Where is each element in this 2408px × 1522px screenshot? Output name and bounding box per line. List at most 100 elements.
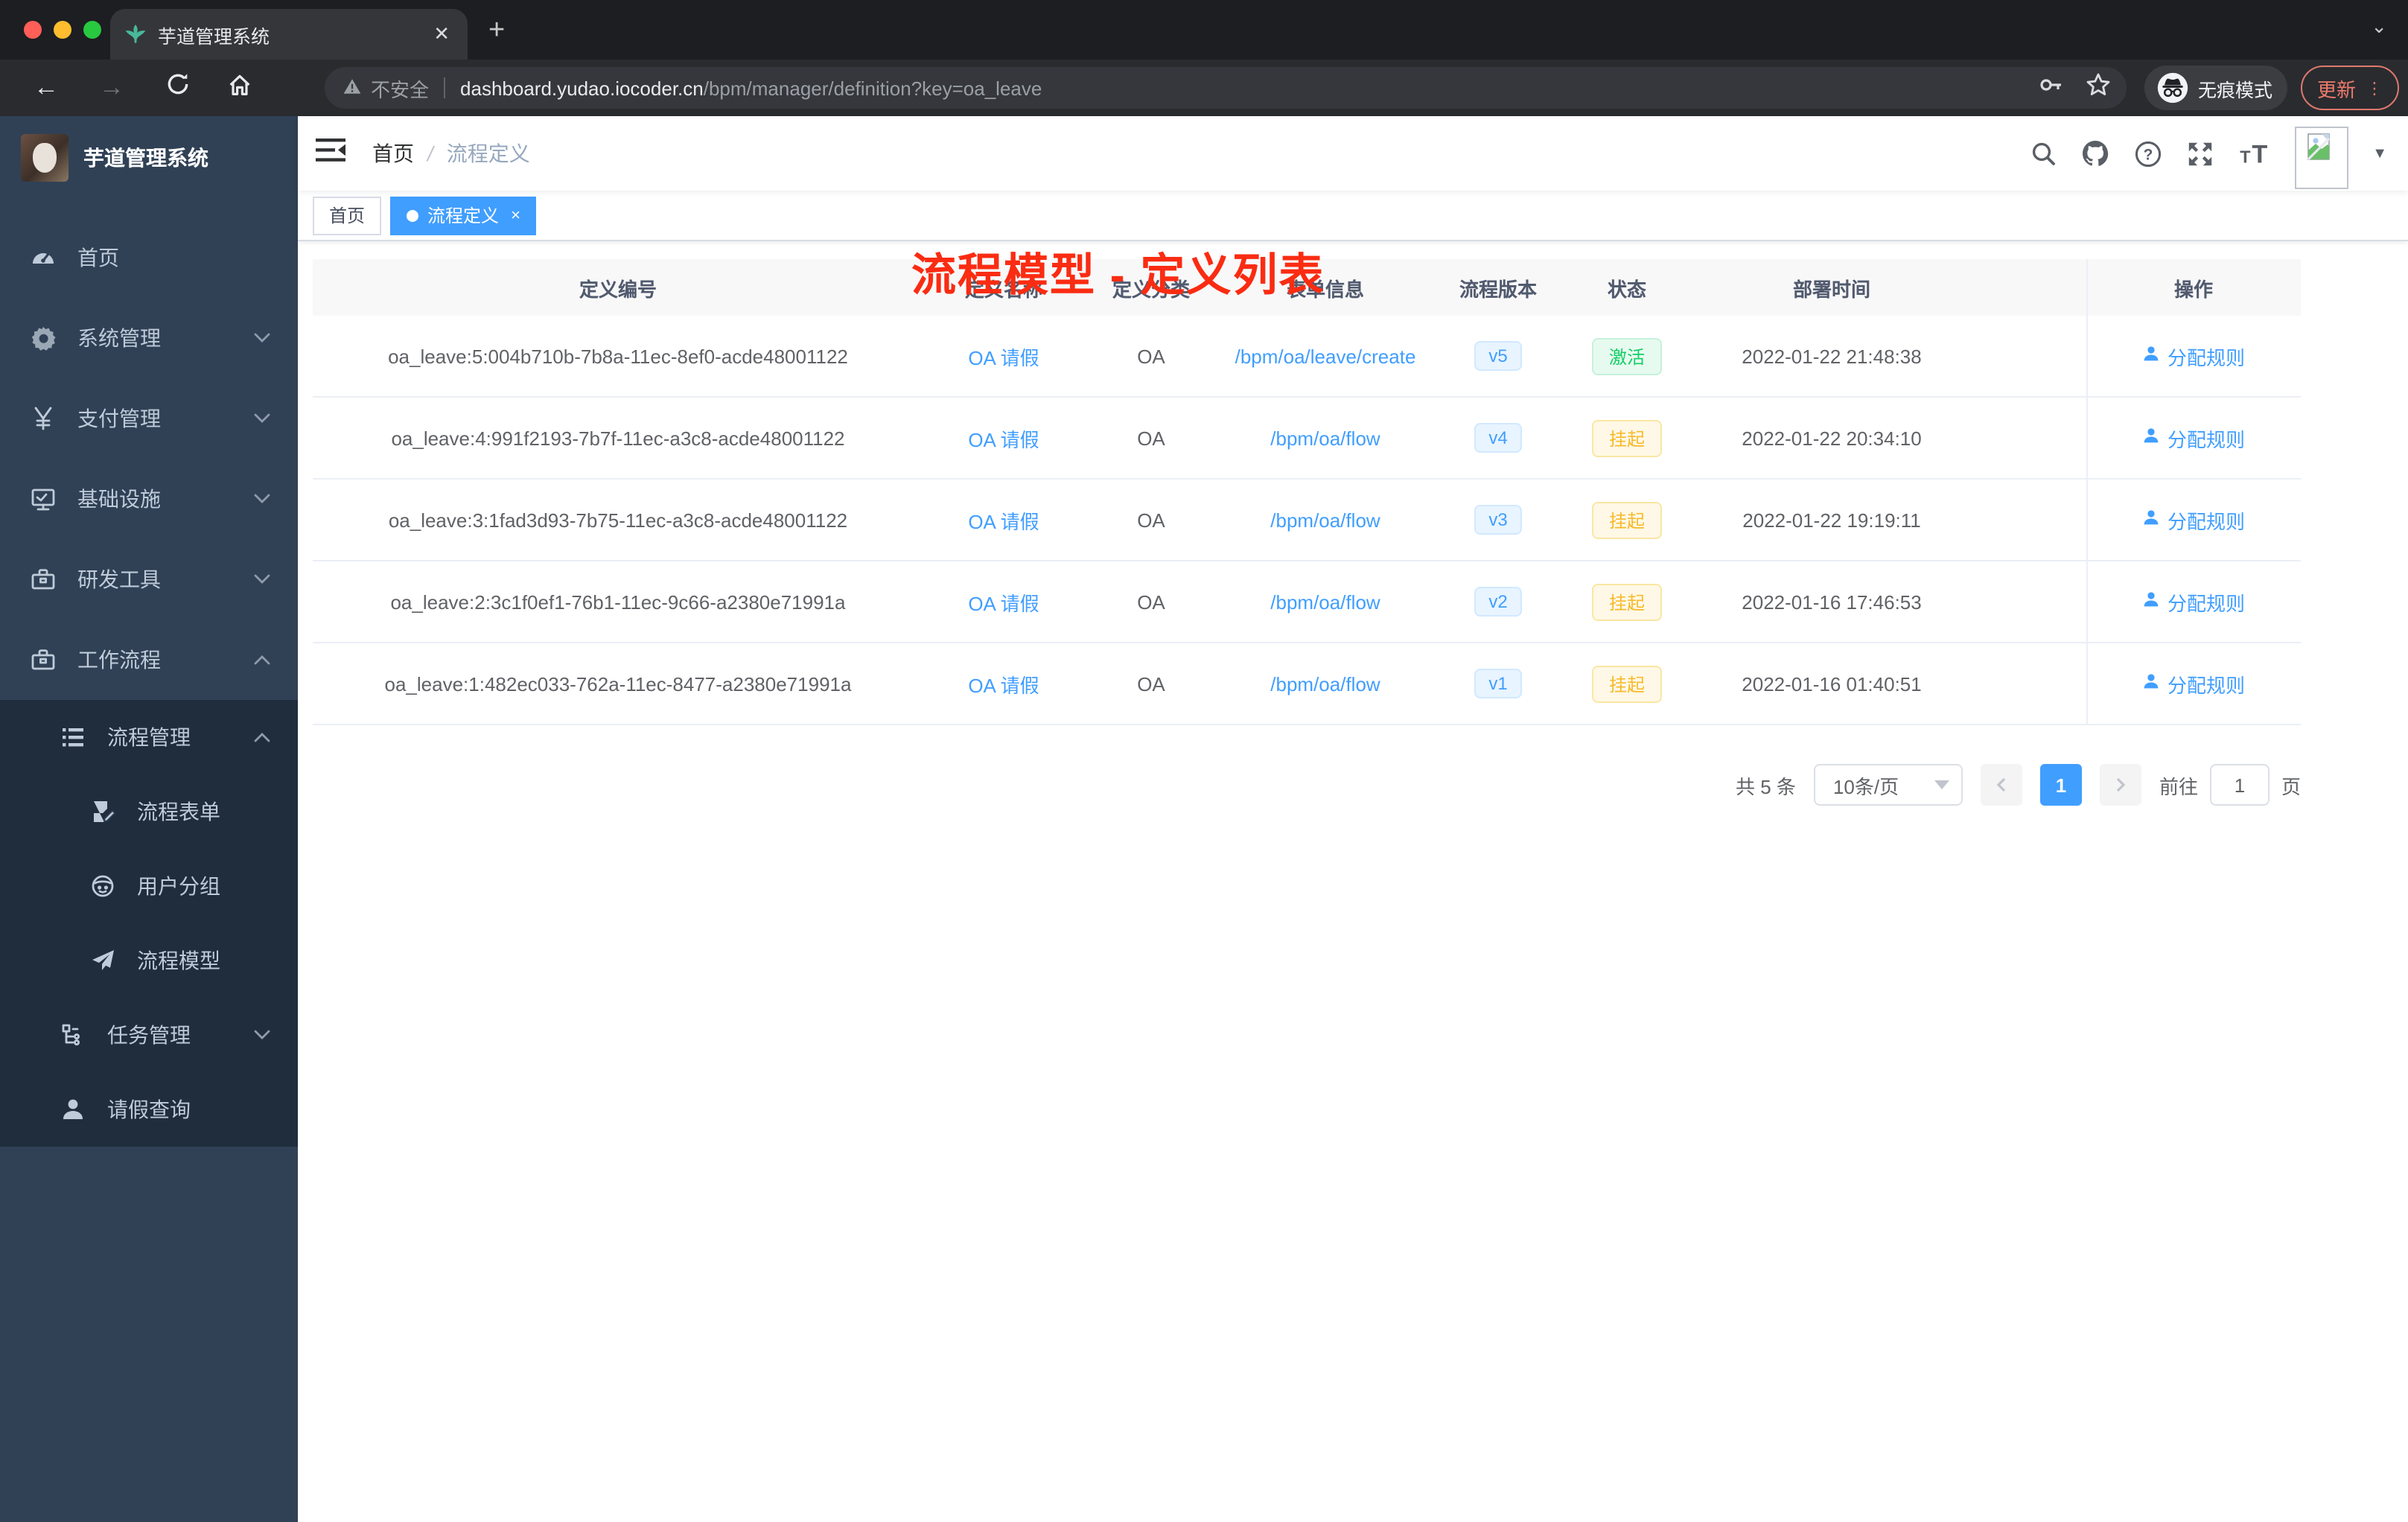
bookmark-star-icon[interactable]	[2085, 71, 2112, 105]
password-key-icon[interactable]	[2037, 71, 2064, 105]
app-navbar: 首页 / 流程定义 ? T T ▼	[298, 116, 2408, 191]
definition-id: oa_leave:3:1fad3d93-7b75-11ec-a3c8-acde4…	[388, 509, 848, 531]
sidebar-item-任务管理[interactable]: 任务管理	[0, 998, 298, 1072]
table-row: oa_leave:2:3c1f0ef1-76b1-11ec-9c66-a2380…	[313, 561, 2301, 643]
briefcase-icon	[30, 646, 57, 673]
next-page-button[interactable]	[2099, 764, 2141, 806]
user-icon	[2142, 508, 2162, 532]
definition-name-link[interactable]: OA 请假	[968, 510, 1039, 532]
sidebar-collapse-icon[interactable]	[316, 136, 345, 171]
incognito-badge: 无痕模式	[2144, 66, 2287, 110]
address-bar[interactable]: 不安全 dashboard.yudao.iocoder.cn/bpm/manag…	[325, 67, 2127, 109]
sidebar-item-系统管理[interactable]: 系统管理	[0, 298, 298, 378]
svg-text:?: ?	[2144, 146, 2153, 163]
assign-rule-link[interactable]: 分配规则	[2142, 588, 2245, 616]
browser-tabstrip: 芋道管理系统 ✕ + ⌄	[0, 0, 2408, 60]
toolbox-icon	[30, 566, 57, 593]
version-badge: v1	[1474, 669, 1523, 698]
app-logo[interactable]: 芋道管理系统	[0, 116, 298, 200]
chrome-menu-icon[interactable]: ⋮	[2366, 78, 2383, 98]
tab-search-chevron-icon[interactable]: ⌄	[2371, 15, 2387, 39]
back-button[interactable]: ←	[24, 73, 69, 103]
tag-process-definition[interactable]: 流程定义 ×	[390, 196, 537, 235]
status-badge: 挂起	[1592, 583, 1661, 620]
sidebar-item-流程管理[interactable]: 流程管理	[0, 700, 298, 774]
sidebar-item-研发工具[interactable]: 研发工具	[0, 539, 298, 620]
sidebar-item-label: 研发工具	[77, 567, 161, 591]
browser-tab[interactable]: 芋道管理系统 ✕	[110, 9, 468, 60]
security-warning-icon[interactable]	[343, 77, 362, 99]
reload-button[interactable]	[155, 71, 200, 104]
close-window-button[interactable]	[24, 21, 42, 39]
definition-category: OA	[1137, 590, 1165, 613]
definition-name-link[interactable]: OA 请假	[968, 428, 1039, 450]
tag-close-icon[interactable]: ×	[511, 206, 520, 224]
page-number-button[interactable]: 1	[2039, 764, 2082, 806]
sidebar-item-支付管理[interactable]: 支付管理	[0, 378, 298, 459]
form-info-link[interactable]: /bpm/oa/leave/create	[1235, 345, 1416, 367]
github-icon[interactable]	[2080, 138, 2110, 168]
paper-plane-icon	[89, 947, 116, 974]
table-row: oa_leave:4:991f2193-7b7f-11ec-a3c8-acde4…	[313, 398, 2301, 480]
tab-close-icon[interactable]: ✕	[430, 22, 453, 46]
prev-page-button[interactable]	[1980, 764, 2022, 806]
definition-name-link[interactable]: OA 请假	[968, 674, 1039, 696]
definition-name-link[interactable]: OA 请假	[968, 592, 1039, 614]
zoom-window-button[interactable]	[83, 21, 101, 39]
assign-rule-link[interactable]: 分配规则	[2142, 342, 2245, 370]
sidebar-item-基础设施[interactable]: 基础设施	[0, 459, 298, 539]
definition-id: oa_leave:5:004b710b-7b8a-11ec-8ef0-acde4…	[388, 345, 848, 367]
sidebar-item-首页[interactable]: 首页	[0, 217, 298, 298]
definition-category: OA	[1137, 345, 1165, 367]
table-row: oa_leave:5:004b710b-7b8a-11ec-8ef0-acde4…	[313, 316, 2301, 398]
tags-view: 首页 流程定义 ×	[298, 191, 2408, 241]
definition-category: OA	[1137, 427, 1165, 449]
window-controls[interactable]	[24, 21, 101, 39]
browser-toolbar: ← → 不安全 dashboard.yudao.iocoder.cn/bpm/m…	[0, 60, 2408, 116]
sidebar-item-工作流程[interactable]: 工作流程	[0, 620, 298, 700]
form-info-link[interactable]: /bpm/oa/flow	[1270, 590, 1380, 613]
fullscreen-icon[interactable]	[2186, 139, 2214, 168]
home-button[interactable]	[217, 71, 262, 105]
url-domain: dashboard.yudao.iocoder.cn	[460, 77, 704, 99]
goto-page-input[interactable]: 1	[2209, 764, 2270, 806]
sidebar-item-label: 流程管理	[107, 725, 191, 749]
search-icon[interactable]	[2030, 140, 2057, 167]
select-caret-icon	[1934, 780, 1949, 789]
status-badge: 挂起	[1592, 501, 1661, 538]
url-path: /bpm/manager/definition?key=oa_leave	[703, 77, 1042, 99]
security-label[interactable]: 不安全	[371, 74, 429, 102]
forward-button[interactable]: →	[89, 73, 134, 103]
new-tab-button[interactable]: +	[488, 15, 505, 48]
font-size-icon[interactable]: TT	[2238, 140, 2271, 167]
assign-rule-link[interactable]: 分配规则	[2142, 669, 2245, 698]
help-icon[interactable]: ?	[2134, 139, 2162, 168]
incognito-icon	[2157, 72, 2188, 104]
caret-down-icon[interactable]: ▼	[2372, 145, 2387, 162]
definition-category: OA	[1137, 672, 1165, 695]
robot-icon	[89, 873, 116, 899]
sidebar-item-流程模型[interactable]: 流程模型	[0, 923, 298, 998]
assign-rule-link[interactable]: 分配规则	[2142, 424, 2245, 452]
page-size-select[interactable]: 10条/页	[1813, 764, 1963, 806]
minimize-window-button[interactable]	[54, 21, 71, 39]
breadcrumb-home[interactable]: 首页	[372, 138, 414, 168]
pagination: 共 5 条 10条/页 1 前往 1 页	[313, 764, 2301, 806]
sidebar-item-用户分组[interactable]: 用户分组	[0, 849, 298, 923]
fixed-column-divider	[2086, 259, 2088, 725]
user-icon	[2142, 426, 2162, 450]
form-info-link[interactable]: /bpm/oa/flow	[1270, 672, 1380, 695]
definition-name-link[interactable]: OA 请假	[968, 346, 1039, 369]
sidebar-item-请假查询[interactable]: 请假查询	[0, 1072, 298, 1147]
avatar[interactable]	[2295, 127, 2349, 189]
url-text[interactable]: dashboard.yudao.iocoder.cn/bpm/manager/d…	[460, 77, 1042, 99]
assign-rule-link[interactable]: 分配规则	[2142, 506, 2245, 534]
chrome-update-button[interactable]: 更新 ⋮	[2301, 66, 2399, 110]
sidebar-item-流程表单[interactable]: 流程表单	[0, 774, 298, 849]
form-info-link[interactable]: /bpm/oa/flow	[1270, 427, 1380, 449]
svg-text:T: T	[2252, 141, 2268, 167]
column-header: 状态	[1607, 278, 1646, 300]
tag-home[interactable]: 首页	[313, 196, 382, 235]
dashboard-icon	[30, 244, 57, 271]
form-info-link[interactable]: /bpm/oa/flow	[1270, 509, 1380, 531]
